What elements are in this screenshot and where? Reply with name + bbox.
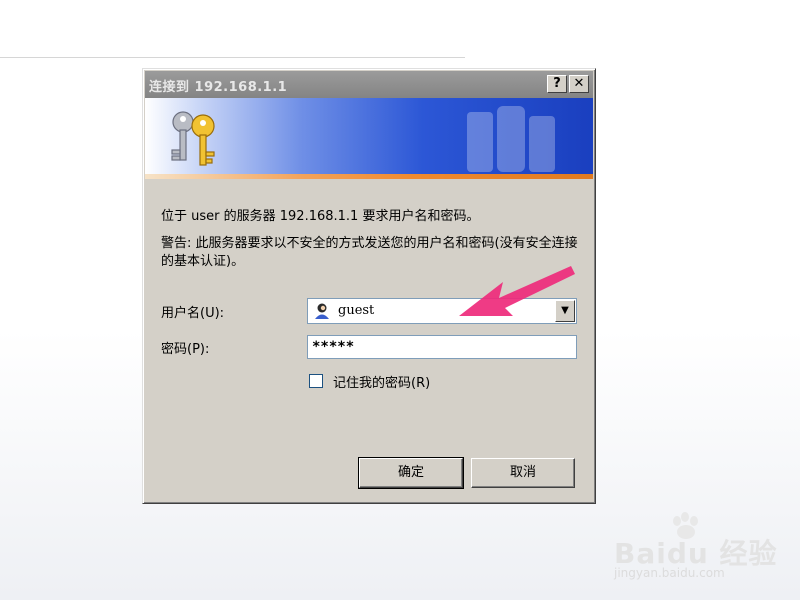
page-divider xyxy=(0,57,465,58)
help-button[interactable]: ? xyxy=(547,75,567,93)
password-label: 密码(P): xyxy=(161,342,210,357)
remember-password-checkbox[interactable] xyxy=(309,374,323,388)
dialog-banner xyxy=(145,98,593,178)
keys-watermark-icon xyxy=(467,106,555,172)
username-label: 用户名(U): xyxy=(161,306,225,321)
banner-accent-strip xyxy=(145,174,593,179)
baidu-url-text: jingyan.baidu.com xyxy=(614,566,725,580)
server-message: 位于 user 的服务器 192.168.1.1 要求用户名和密码。 xyxy=(161,209,480,224)
cancel-button[interactable]: 取消 xyxy=(471,458,575,488)
username-value: guest xyxy=(338,303,375,318)
dialog-title: 连接到 192.168.1.1 xyxy=(149,80,288,95)
ok-button[interactable]: 确定 xyxy=(358,457,464,489)
title-bar[interactable]: 连接到 192.168.1.1 ? ✕ xyxy=(145,71,593,98)
password-field[interactable]: ***** xyxy=(307,335,577,359)
pink-arrow-annotation xyxy=(459,266,575,316)
remember-password-label[interactable]: 记住我的密码(R) xyxy=(333,372,430,391)
close-button[interactable]: ✕ xyxy=(569,75,589,93)
user-icon xyxy=(315,303,329,319)
keys-icon xyxy=(171,111,215,166)
baidu-jingyan-watermark: Baidu 经验 jingyan.baidu.com xyxy=(614,512,777,587)
